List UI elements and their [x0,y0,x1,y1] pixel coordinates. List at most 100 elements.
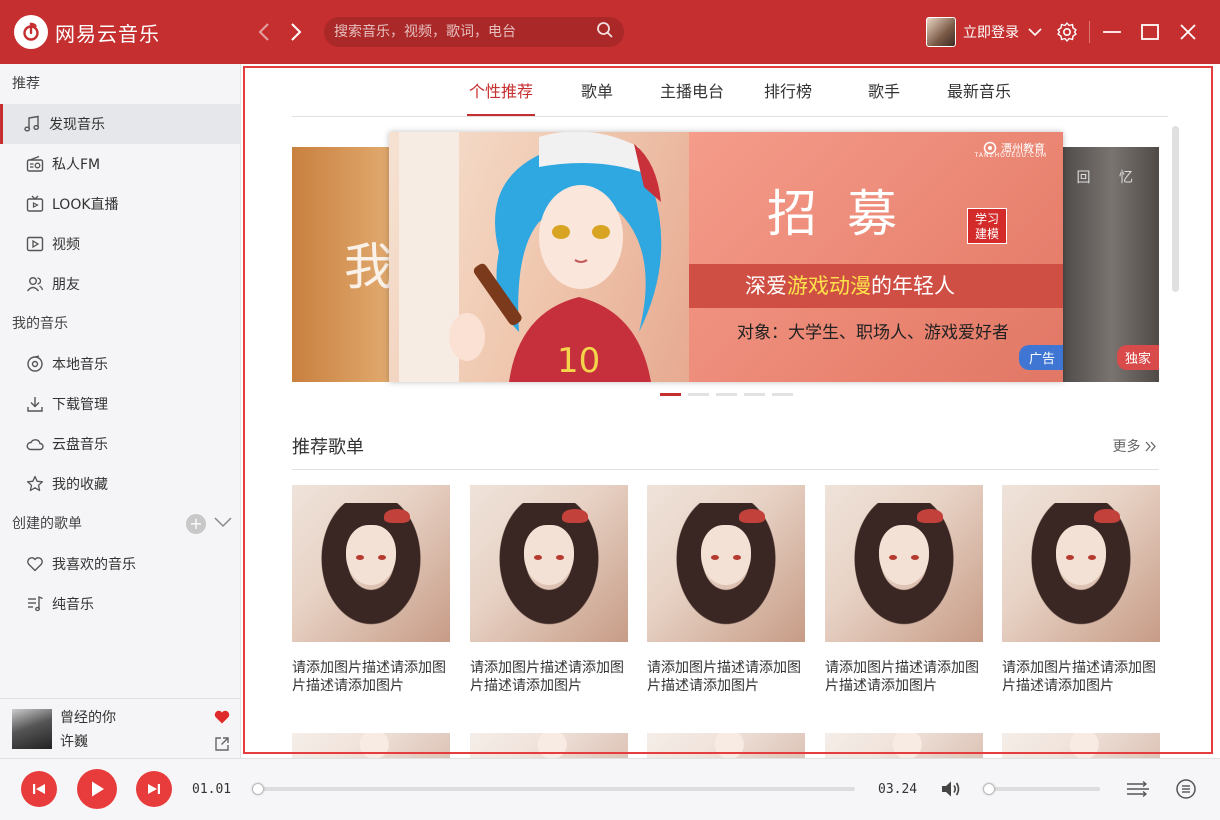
banner-current-slide[interactable]: 10 潭州教育 TANZHOUEDU.COM 招募 学习 建模 深爱游戏动漫的年… [389,132,1063,382]
more-link[interactable]: 更多 [1113,436,1157,456]
search-input[interactable] [334,24,596,40]
playlist-cover-image[interactable] [292,485,450,642]
playlist-description[interactable]: 请添加图片描述请添加图片描述请添加图片 [1002,659,1160,695]
banner-carousel[interactable]: 我 回 忆 独家 10 潭州教育 TANZHOUEDU.COM 招募 学习 建模… [292,132,1159,382]
tab-charts[interactable]: 排行榜 [764,78,812,116]
sidebar-item-discover-music[interactable]: 发现音乐 [0,104,240,144]
lyrics-list-icon[interactable] [1174,777,1198,801]
playlist-card[interactable]: 请添加图片描述请添加图片描述请添加图片 [470,485,628,695]
carousel-indicators [660,393,793,396]
sidebar-item-liked-music[interactable]: 我喜欢的音乐 [0,544,240,584]
progress-knob[interactable] [252,783,264,795]
share-icon[interactable] [214,736,230,756]
sidebar-item-label: LOOK直播 [52,197,119,213]
app-name: 网易云音乐 [55,21,160,46]
carousel-dot[interactable] [716,393,737,396]
minimize-icon[interactable] [1100,20,1124,44]
playlist-cover-image[interactable] [292,733,450,759]
sidebar-section-recommend: 推荐 [12,76,40,92]
playlist-description[interactable]: 请添加图片描述请添加图片描述请添加图片 [292,659,450,695]
maximize-icon[interactable] [1138,20,1162,44]
playlist-card[interactable]: 请添加图片描述请添加图片描述请添加图片 [647,485,805,695]
chevron-down-icon[interactable] [1023,20,1047,44]
search-box[interactable] [324,17,624,47]
tab-radio[interactable]: 主播电台 [660,78,724,116]
tab-artists[interactable]: 歌手 [868,78,900,116]
playlist-card[interactable]: 请添加图片描述请添加图片描述请添加图片 [1002,485,1160,695]
playlist-cover-image[interactable] [647,485,805,642]
tab-playlists[interactable]: 歌单 [581,78,613,116]
playlist-description[interactable]: 请添加图片描述请添加图片描述请添加图片 [825,659,983,695]
add-playlist-icon[interactable]: + [186,514,206,534]
playlist-cover-image[interactable] [1002,485,1160,642]
back-arrow-icon[interactable] [254,17,274,47]
search-icon[interactable] [596,21,614,43]
user-avatar[interactable] [926,17,956,47]
tab-personalized[interactable]: 个性推荐 [467,78,536,116]
playlist-description[interactable]: 请添加图片描述请添加图片描述请添加图片 [647,659,805,695]
banner-next-text: 回 忆 [1076,170,1145,186]
slogan-pre: 深爱 [745,274,787,298]
heart-filled-icon[interactable] [214,709,230,728]
carousel-dot[interactable] [660,393,681,396]
banner-slogan: 深爱游戏动漫的年轻人 [689,264,1063,308]
carousel-dot[interactable] [688,393,709,396]
playlist-card[interactable] [470,733,628,759]
more-label: 更多 [1112,439,1141,455]
playlist-card[interactable]: 请添加图片描述请添加图片描述请添加图片 [825,485,983,695]
app-logo[interactable]: 网易云音乐 [14,15,244,49]
playlist-card[interactable] [825,733,983,759]
live-tv-icon [25,194,45,214]
progress-track[interactable] [257,787,855,791]
login-link[interactable]: 立即登录 [963,22,1019,42]
playlist-card[interactable] [647,733,805,759]
sidebar-item-download-manager[interactable]: 下载管理 [0,384,240,424]
play-mode-icon[interactable] [1126,777,1150,801]
sidebar-item-label: 朋友 [52,277,80,293]
sidebar-item-video[interactable]: 视频 [0,224,240,264]
volume-icon[interactable] [939,777,963,801]
play-button[interactable] [77,769,117,809]
close-icon[interactable] [1176,20,1200,44]
sidebar-item-friends[interactable]: 朋友 [0,264,240,304]
playlist-card[interactable]: 请添加图片描述请添加图片描述请添加图片 [292,485,450,695]
sidebar-item-label: 纯音乐 [52,597,94,613]
chevron-down-icon[interactable] [214,504,232,544]
playlist-cover-image[interactable] [647,733,805,759]
discover-tabs: 个性推荐 歌单 主播电台 排行榜 歌手 最新音乐 [292,64,1168,117]
volume-track[interactable] [988,787,1100,791]
sidebar-item-cloud-music[interactable]: 云盘音乐 [0,424,240,464]
banner-illustration: 10 [389,132,719,382]
sidebar-item-personal-fm[interactable]: 私人FM [0,144,240,184]
volume-knob[interactable] [983,783,995,795]
playlist-cover-image[interactable] [1002,733,1160,759]
previous-track-button[interactable] [21,771,57,807]
carousel-dot[interactable] [772,393,793,396]
playlist-cover-image[interactable] [825,485,983,642]
playlist-cover-image[interactable] [470,485,628,642]
playlist-cover-image[interactable] [470,733,628,759]
settings-gear-icon[interactable] [1055,20,1079,44]
carousel-dot[interactable] [744,393,765,396]
sidebar-item-my-collection[interactable]: 我的收藏 [0,464,240,504]
next-track-button[interactable] [136,771,172,807]
star-icon [25,474,45,494]
download-icon [25,394,45,414]
playlist-cover-image[interactable] [825,733,983,759]
sidebar-item-label: 我的收藏 [52,477,108,493]
now-playing-artist[interactable]: 许巍 [60,731,240,751]
now-playing-card[interactable]: 曾经的你 许巍 [0,698,241,758]
sidebar-item-look-live[interactable]: LOOK直播 [0,184,240,224]
sidebar-item-pure-music[interactable]: 纯音乐 [0,584,240,624]
now-playing-cover[interactable] [12,708,52,749]
playlist-description[interactable]: 请添加图片描述请添加图片描述请添加图片 [470,659,628,695]
tab-new-music[interactable]: 最新音乐 [947,78,1011,116]
now-playing-song[interactable]: 曾经的你 [60,707,240,727]
forward-arrow-icon[interactable] [286,17,306,47]
sidebar-section-my-music: 我的音乐 [12,316,68,332]
playlist-card[interactable] [1002,733,1160,759]
playlist-card[interactable] [292,733,450,759]
scrollbar-thumb[interactable] [1172,126,1179,292]
previous-track-icon [33,784,45,794]
sidebar-item-local-music[interactable]: 本地音乐 [0,344,240,384]
